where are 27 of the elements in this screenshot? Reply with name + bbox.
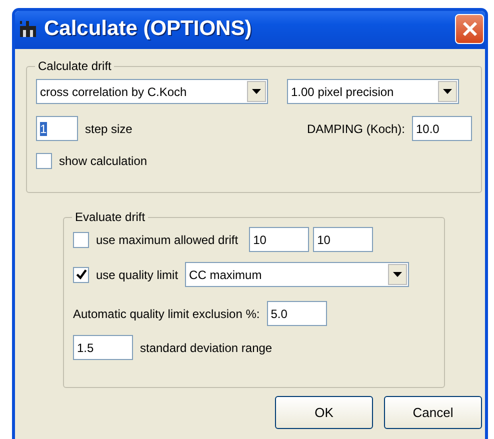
close-button[interactable] [455,14,484,44]
checkbox-label: show calculation [59,154,148,168]
input-field[interactable]: 10.0 [412,116,472,141]
input-field[interactable]: 5.0 [266,301,327,326]
dropdown[interactable]: cross correlation by C.Koch [36,79,268,104]
checkbox-label: use maximum allowed drift [96,232,238,246]
checkbox[interactable] [36,153,52,169]
input-field[interactable]: 1.5 [73,335,133,360]
window-title: Calculate (OPTIONS) [44,16,253,40]
app-icon [18,18,38,38]
dropdown[interactable]: CC maximum [185,262,410,287]
checkbox[interactable] [73,266,89,282]
input-field[interactable]: 10 [249,227,310,252]
input-field[interactable]: 10 [313,227,374,252]
dialog-button[interactable]: Cancel [384,396,482,429]
close-icon [460,20,478,38]
group-title: Calculate drift [37,59,112,73]
field-label: Automatic quality limit exclusion %: [73,306,260,320]
field-label: step size [85,122,132,136]
checkbox[interactable] [73,232,89,248]
group-title: Evaluate drift [74,210,146,224]
dialog-button[interactable]: OK [275,396,373,429]
checkbox-label: use quality limit [96,268,178,282]
field-label: standard deviation range [140,340,272,354]
input-field[interactable]: 1 [36,116,78,141]
field-label: DAMPING (Koch): [306,122,405,136]
dropdown[interactable]: 1.00 pixel precision [287,79,459,104]
